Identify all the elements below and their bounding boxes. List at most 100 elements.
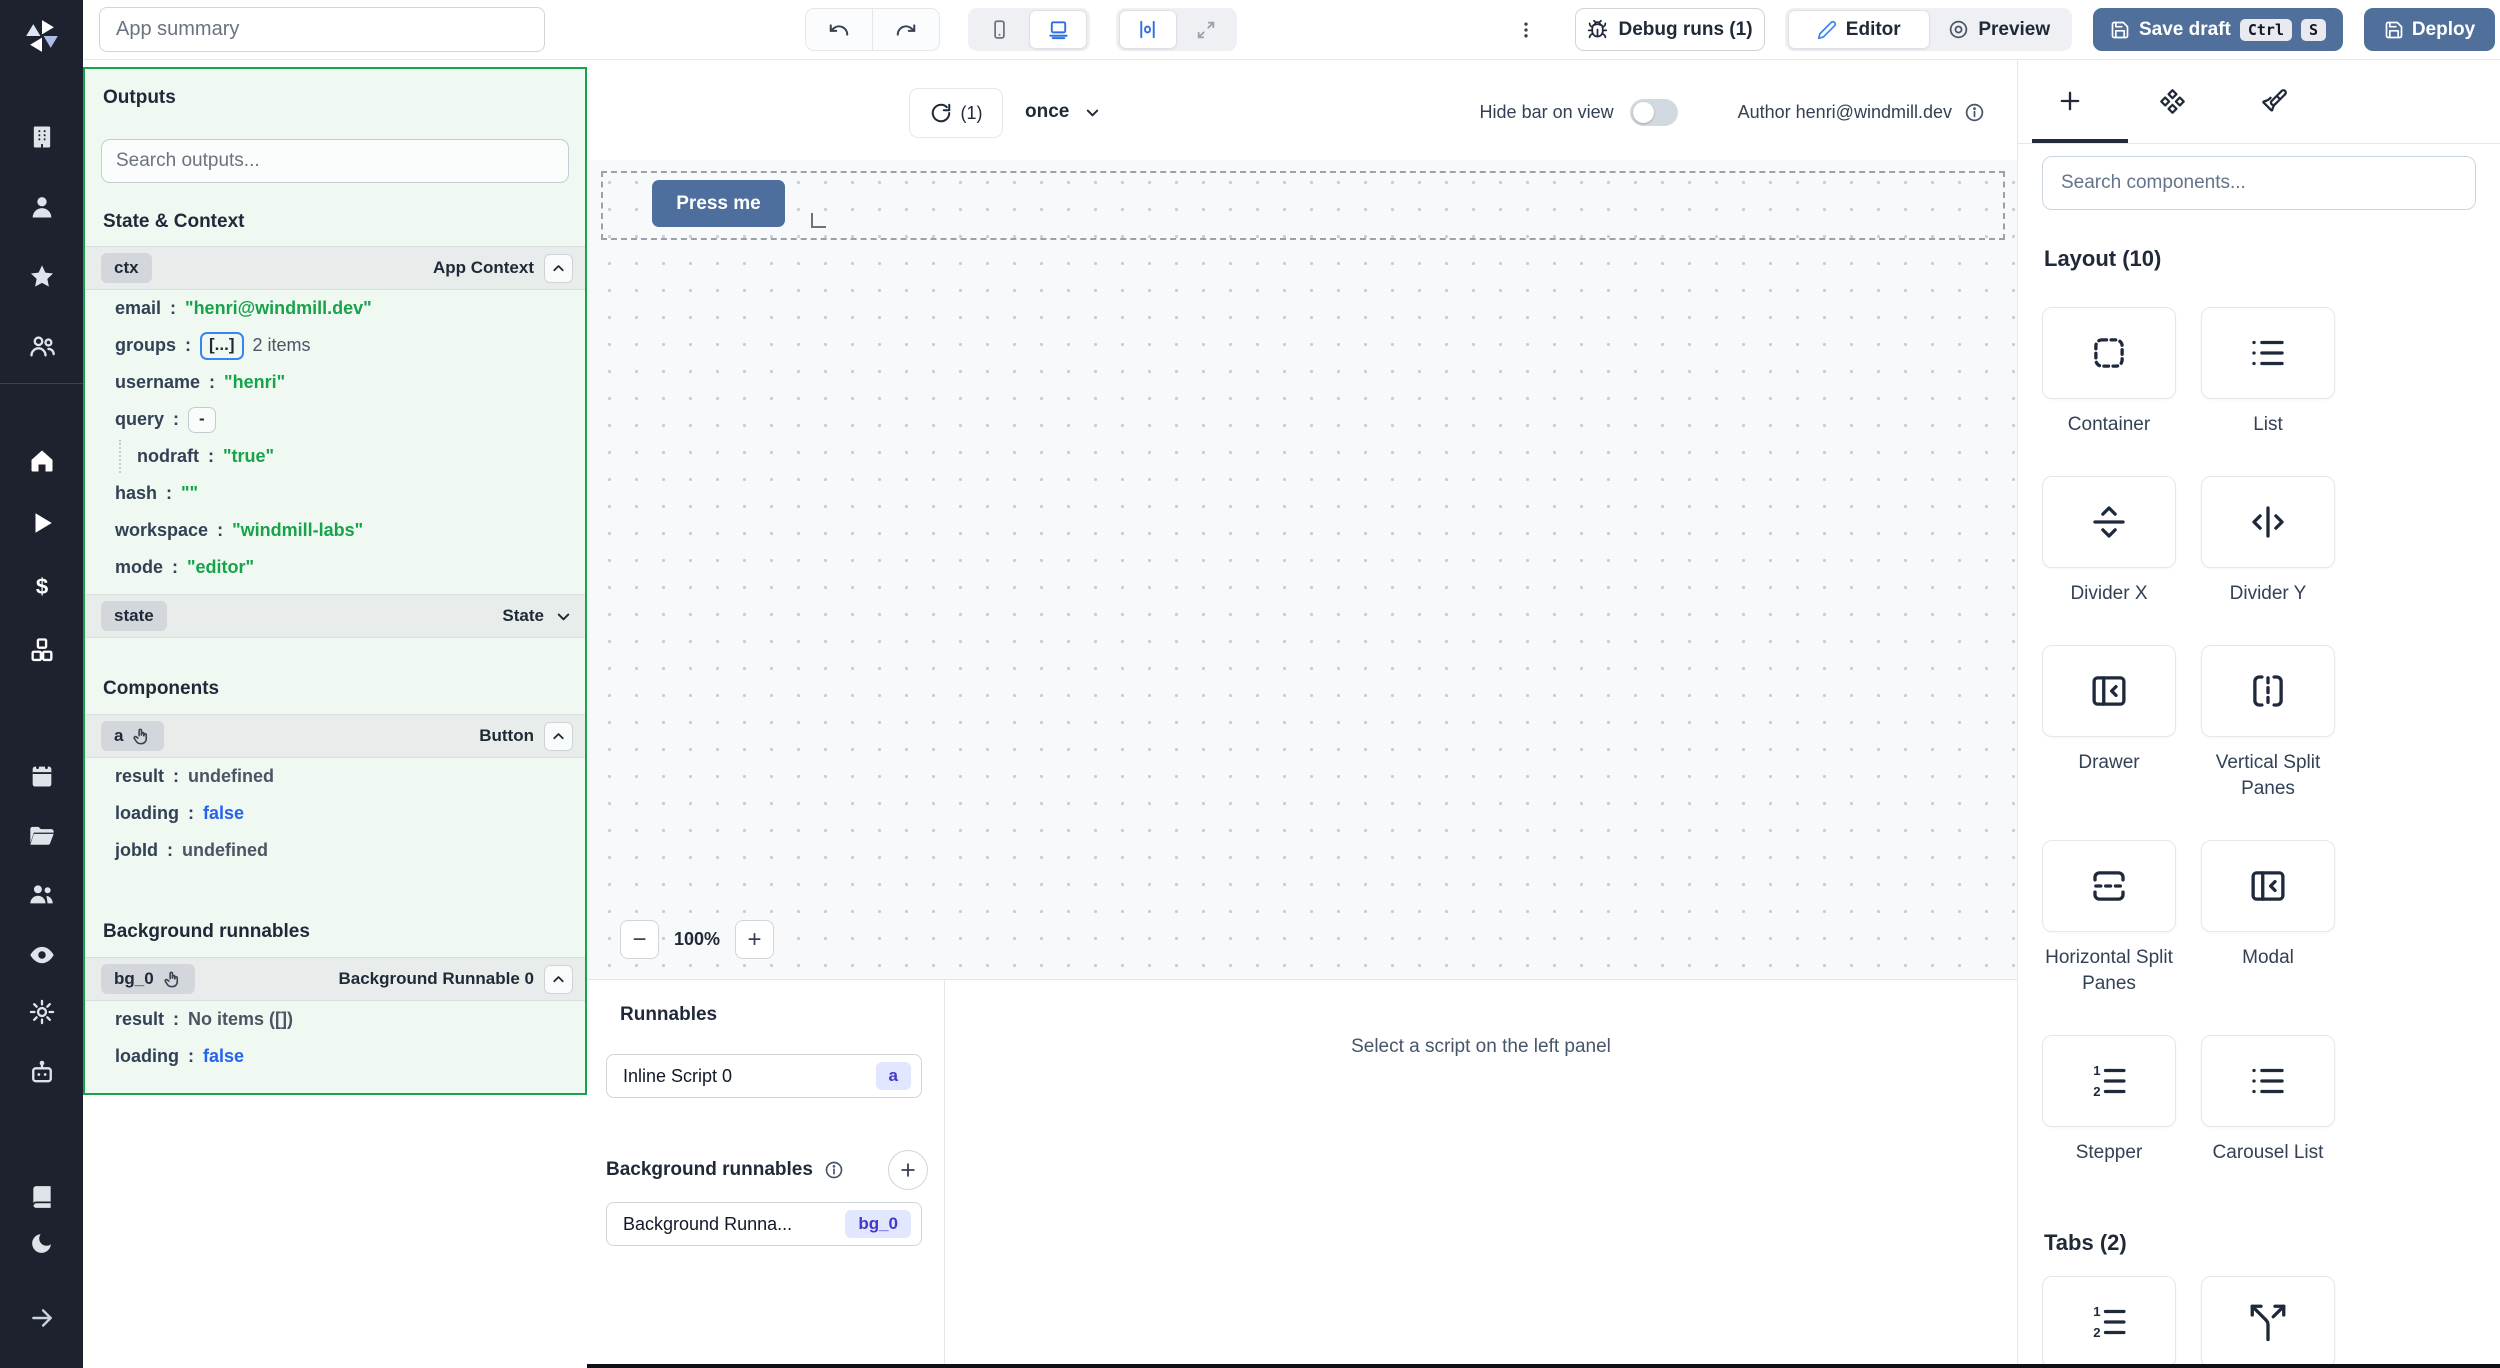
info-icon[interactable]: [824, 1160, 844, 1180]
desktop-view-button[interactable]: [1029, 10, 1087, 49]
pencil-icon: [1817, 20, 1837, 40]
book-icon: [29, 1184, 55, 1210]
bg0-section-row[interactable]: bg_0 Background Runnable 0: [85, 957, 585, 1001]
laptop-icon: [1047, 18, 1070, 41]
hide-bar-toggle[interactable]: [1630, 99, 1678, 126]
sidebar-item-audit[interactable]: [0, 933, 83, 977]
moon-icon: [29, 1231, 54, 1256]
fullscreen-canvas-button[interactable]: [1179, 11, 1235, 48]
press-me-label: Press me: [676, 193, 761, 215]
selected-component-outline[interactable]: Press me: [601, 171, 2005, 240]
search-components-input[interactable]: [2042, 156, 2476, 210]
component-a-section-row[interactable]: a Button: [85, 714, 585, 758]
expand-array-button[interactable]: [...]: [200, 332, 244, 360]
library-tab-bar: [2018, 59, 2500, 144]
resize-handle[interactable]: [811, 213, 826, 228]
state-section-row[interactable]: state State: [85, 594, 585, 638]
field-value: "henri": [224, 372, 285, 393]
sidebar-item-user[interactable]: [0, 185, 83, 229]
zoom-in-button[interactable]: +: [735, 920, 774, 959]
tab-insert-component[interactable]: [2026, 59, 2114, 143]
component-card-divider-x[interactable]: Divider X: [2042, 476, 2176, 607]
dollar-icon: $: [28, 573, 56, 601]
toggle-knob: [1633, 102, 1654, 123]
component-card-horizontal-split-panes[interactable]: Horizontal Split Panes: [2042, 840, 2176, 997]
sidebar-item-groups[interactable]: [0, 872, 83, 916]
component-card-list[interactable]: List: [2201, 307, 2335, 438]
tab-global-styling[interactable]: [2230, 59, 2318, 143]
more-options-button[interactable]: [1508, 8, 1544, 51]
expand-sidebar-button[interactable]: [0, 1296, 83, 1340]
mobile-view-button[interactable]: [971, 11, 1027, 48]
field-key: email: [115, 298, 161, 319]
component-card-container[interactable]: Container: [2042, 307, 2176, 438]
editor-label: Editor: [1846, 19, 1901, 41]
collapse-ctx-button[interactable]: [544, 254, 573, 283]
sidebar-item-users[interactable]: [0, 324, 83, 368]
undo-button[interactable]: [806, 9, 872, 50]
chevron-down-icon[interactable]: [554, 607, 573, 626]
pointer-hand-icon: [132, 727, 151, 746]
add-background-runnable-button[interactable]: [888, 1150, 928, 1190]
collapse-object-button[interactable]: -: [188, 407, 216, 433]
align-center-icon: [1136, 18, 1159, 41]
sidebar-item-workspace[interactable]: [0, 115, 83, 159]
list-icon: [2247, 332, 2289, 374]
sidebar-item-favorites[interactable]: [0, 255, 83, 299]
component-card-divider-y[interactable]: Divider Y: [2201, 476, 2335, 607]
canvas-grid[interactable]: Press me − 100% +: [587, 160, 2017, 979]
sidebar-item-home[interactable]: [0, 439, 83, 483]
array-count-note: 2 items: [253, 335, 311, 356]
redo-button[interactable]: [872, 9, 939, 50]
component-card-vertical-split-panes[interactable]: Vertical Split Panes: [2201, 645, 2335, 802]
sidebar-item-resources[interactable]: [0, 628, 83, 672]
tab-component-settings[interactable]: [2128, 59, 2216, 143]
debug-runs-label: Debug runs (1): [1618, 19, 1752, 41]
building-icon: [28, 123, 56, 151]
component-card-stepper[interactable]: 1 2 Stepper: [2042, 1035, 2176, 1166]
sidebar-item-runs[interactable]: [0, 501, 83, 545]
save-draft-button[interactable]: Save draft Ctrl S: [2093, 8, 2343, 51]
maximize-icon: [1195, 19, 1217, 41]
refresh-app-button[interactable]: (1): [909, 88, 1003, 138]
sidebar-item-schedules[interactable]: [0, 754, 83, 798]
windmill-logo[interactable]: [0, 14, 83, 58]
component-card-tabs[interactable]: 1 2: [2042, 1276, 2176, 1368]
refresh-mode-dropdown[interactable]: once: [1025, 88, 1102, 136]
zoom-out-button[interactable]: −: [620, 920, 659, 959]
background-runnable-item[interactable]: Background Runna... bg_0: [606, 1202, 922, 1246]
search-outputs-input[interactable]: [101, 139, 569, 183]
component-card-conditional-tabs[interactable]: [2201, 1276, 2335, 1368]
ctx-row-groups: groups : [...] 2 items: [85, 327, 585, 364]
colon: :: [188, 1046, 194, 1067]
tab-preview[interactable]: Preview: [1930, 11, 2070, 48]
sidebar-item-settings[interactable]: [0, 990, 83, 1034]
center-canvas-button[interactable]: [1119, 10, 1177, 49]
chevron-down-icon: [1083, 103, 1102, 122]
dark-mode-toggle[interactable]: [0, 1221, 83, 1265]
component-card-drawer[interactable]: Drawer: [2042, 645, 2176, 802]
sidebar-item-docs[interactable]: [0, 1175, 83, 1219]
a-row-result: result : undefined: [85, 758, 585, 795]
component-a-badge: a: [101, 721, 164, 751]
app-summary-input[interactable]: [99, 7, 545, 52]
component-card-carousel-list[interactable]: Carousel List: [2201, 1035, 2335, 1166]
deploy-button[interactable]: Deploy: [2364, 8, 2495, 51]
svg-text:1: 1: [2093, 1063, 2100, 1078]
sidebar-item-variables[interactable]: $: [0, 565, 83, 609]
press-me-button[interactable]: Press me: [652, 180, 785, 227]
sidebar-item-folders[interactable]: [0, 813, 83, 857]
field-value: No items ([]): [188, 1009, 293, 1030]
colon: :: [188, 803, 194, 824]
collapse-component-a-button[interactable]: [544, 722, 573, 751]
collapse-bg0-button[interactable]: [544, 965, 573, 994]
sidebar-item-workers[interactable]: [0, 1051, 83, 1095]
debug-runs-button[interactable]: Debug runs (1): [1575, 8, 1765, 51]
windmill-app-editor: $: [0, 0, 2500, 1368]
colon: :: [170, 298, 176, 319]
ctx-section-row[interactable]: ctx App Context: [85, 246, 585, 290]
component-card-modal[interactable]: Modal: [2201, 840, 2335, 997]
field-key: jobId: [115, 840, 158, 861]
inline-script-item[interactable]: Inline Script 0 a: [606, 1054, 922, 1098]
tab-editor[interactable]: Editor: [1788, 10, 1930, 49]
